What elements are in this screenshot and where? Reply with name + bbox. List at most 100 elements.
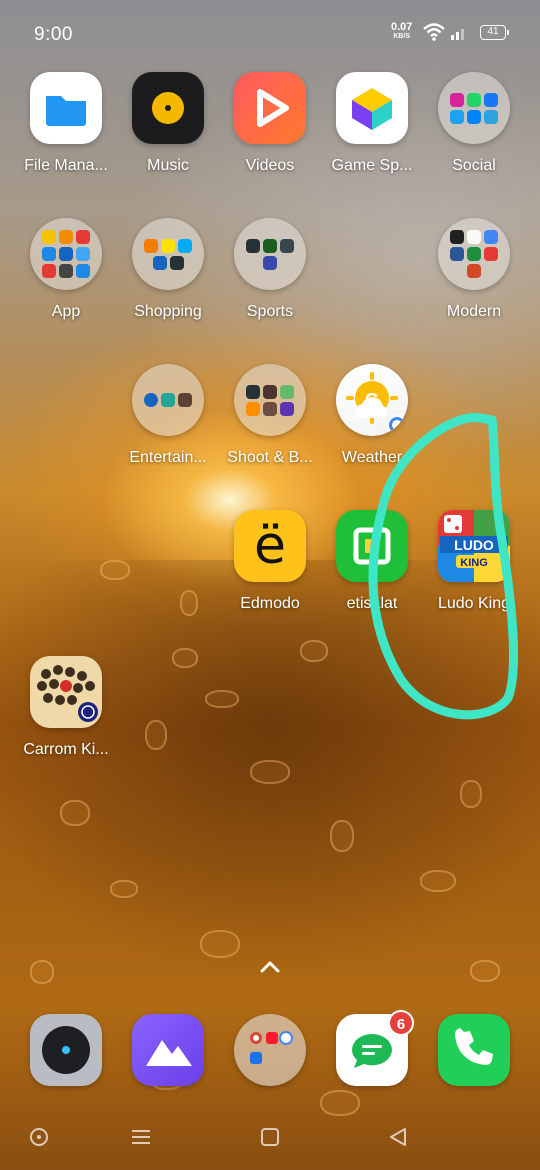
mini-app-icon (280, 238, 294, 253)
mini-app-icon (76, 264, 90, 278)
app-carrom-king[interactable]: Carrom Ki... (15, 656, 117, 759)
app-label: Carrom Ki... (23, 741, 109, 758)
app-videos[interactable]: Videos (219, 72, 321, 175)
mini-app-icon (169, 255, 184, 270)
app-label: Videos (245, 157, 295, 174)
menu-nav-icon[interactable] (124, 1120, 158, 1154)
dock-camera[interactable] (30, 1014, 102, 1086)
mini-app-icon (42, 230, 56, 244)
camera-icon (42, 1026, 90, 1074)
mini-app-icon (263, 238, 277, 253)
edmodo-icon: ë (234, 510, 306, 582)
app-label: Social (452, 157, 496, 174)
cube-icon (336, 72, 408, 144)
app-label: Music (147, 157, 189, 174)
folder-icon (438, 218, 510, 290)
folder-icon (234, 364, 306, 436)
chevron-up-icon[interactable] (258, 958, 282, 976)
folder-icon (250, 1031, 293, 1064)
edmodo-glyph: ë (254, 516, 286, 576)
assistant-nav-icon[interactable] (22, 1120, 56, 1154)
weather-icon: G (336, 364, 408, 436)
mini-app-icon (59, 264, 73, 278)
app-ludo-king[interactable]: LUDO KING Ludo King (423, 510, 525, 613)
mini-app-icon (76, 247, 90, 261)
folder-icon (132, 218, 204, 290)
app-game-space[interactable]: Game Sp... (321, 72, 423, 175)
instagram-icon (450, 92, 464, 107)
app-label: Modern (446, 303, 502, 320)
mini-app-icon (263, 401, 277, 416)
mini-app-icon (484, 230, 498, 244)
app-label: Weather (341, 449, 403, 466)
dock-browser-folder[interactable] (234, 1014, 306, 1086)
mini-app-icon (178, 393, 192, 407)
whatsapp-icon (467, 92, 481, 107)
ludo-sub: KING (460, 557, 488, 569)
app-edmodo[interactable]: ë Edmodo (219, 510, 321, 613)
folder-app[interactable]: App (15, 218, 117, 321)
mini-app-icon (144, 238, 158, 253)
dock-phone[interactable] (438, 1014, 510, 1086)
mini-app-icon (246, 401, 260, 416)
folder-shoot-b[interactable]: Shoot & B... (219, 364, 321, 467)
mini-app-icon (59, 230, 73, 244)
mini-app-icon (76, 230, 90, 244)
etisalat-icon (336, 510, 408, 582)
status-bar: 9:00 0.07 KB/S 41 (0, 0, 540, 66)
facebook-icon (484, 92, 498, 107)
folder-sports[interactable]: Sports (219, 218, 321, 321)
mini-app-icon (152, 255, 167, 270)
app-label: Edmodo (240, 595, 300, 612)
app-label: Sports (246, 303, 294, 320)
carrom-icon (30, 656, 102, 728)
home-nav-icon[interactable] (253, 1120, 287, 1154)
folder-icon (438, 72, 510, 144)
mini-app-icon (280, 384, 294, 399)
mini-app-icon (42, 264, 56, 278)
mini-app-icon (246, 384, 260, 399)
mini-app-icon (144, 393, 158, 407)
battery-indicator: 41 (480, 25, 509, 40)
notification-badge: 6 (388, 1010, 414, 1036)
mini-app-icon (161, 393, 175, 407)
folder-icon (30, 72, 102, 144)
ludo-icon: LUDO KING (438, 510, 510, 582)
app-label: Ludo King (437, 595, 511, 612)
app-etisalat[interactable]: etisalat (321, 510, 423, 613)
music-disc-icon (132, 72, 204, 144)
network-speed-unit: KB/S (393, 33, 411, 40)
mini-app-icon (246, 238, 260, 253)
app-label: Game Sp... (331, 157, 413, 174)
app-label: Shopping (134, 303, 202, 320)
mini-app-icon (467, 247, 481, 261)
mini-app-icon (484, 247, 498, 261)
phone-icon (454, 1028, 493, 1066)
signal-icon (451, 29, 464, 40)
app-label: Entertain... (129, 449, 207, 466)
folder-modern[interactable]: Modern (423, 218, 525, 321)
mini-app-icon (263, 255, 277, 270)
folder-icon (234, 218, 306, 290)
app-music[interactable]: Music (117, 72, 219, 175)
folder-social[interactable]: Social (423, 72, 525, 175)
folder-icon (30, 218, 102, 290)
mini-app-icon (467, 230, 481, 244)
app-file-manager[interactable]: File Mana... (15, 72, 117, 175)
mini-app-icon (467, 264, 481, 278)
app-label: etisalat (346, 595, 398, 612)
mini-app-icon (161, 238, 175, 253)
back-nav-icon[interactable] (381, 1120, 415, 1154)
app-label: File Mana... (24, 157, 108, 174)
telegram-icon (484, 109, 498, 124)
gallery-icon (146, 1040, 192, 1066)
mini-app-icon (280, 401, 294, 416)
folder-shopping[interactable]: Shopping (117, 218, 219, 321)
app-label: Shoot & B... (227, 449, 313, 466)
mini-app-icon (450, 247, 464, 261)
folder-entertainment[interactable]: Entertain... (117, 364, 219, 467)
ludo-text: LUDO (454, 537, 494, 553)
dock-gallery[interactable] (132, 1014, 204, 1086)
app-weather[interactable]: G Weather (321, 364, 423, 467)
network-speed: 0.07 KB/S (391, 22, 412, 42)
